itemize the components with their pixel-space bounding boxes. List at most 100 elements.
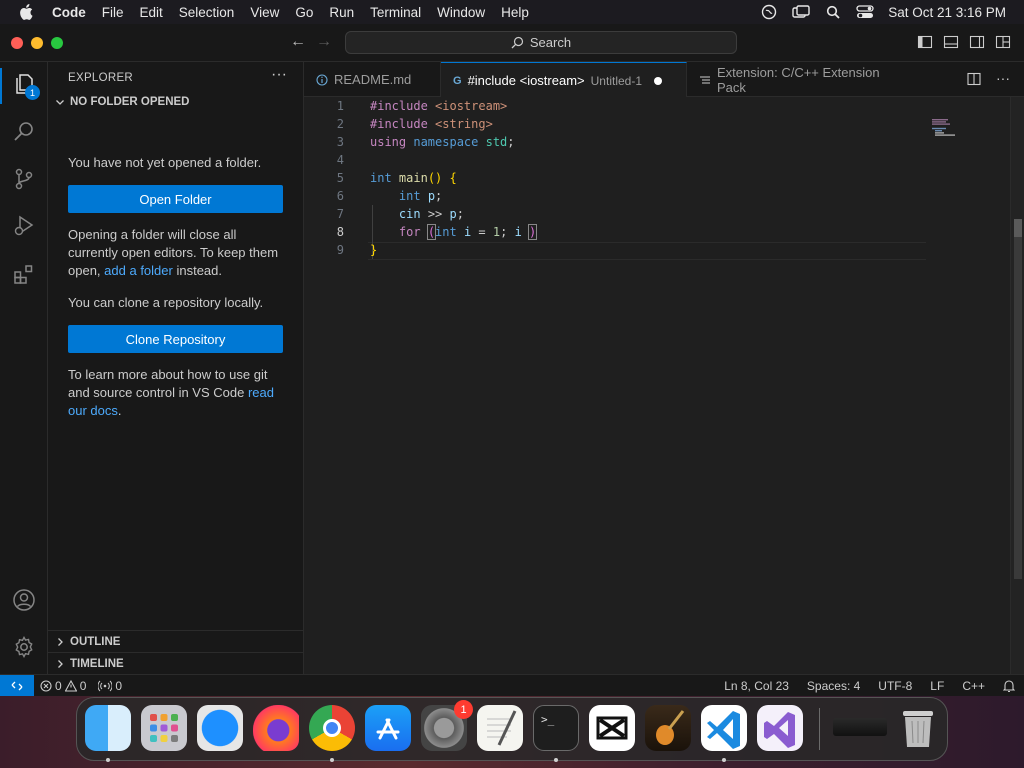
zoom-window-button[interactable] [51, 37, 63, 49]
tab-untitled-description: Untitled-1 [590, 73, 642, 88]
explorer-icon[interactable]: 1 [10, 70, 40, 100]
unsaved-dot-icon[interactable] [654, 76, 662, 85]
terminal-app-icon[interactable]: >_ [533, 705, 579, 751]
screen-time-icon[interactable] [760, 4, 778, 20]
trash-icon[interactable] [895, 705, 941, 751]
spotlight-search-icon[interactable] [824, 5, 842, 19]
code-token: cin [398, 207, 421, 221]
back-arrow-icon[interactable]: ← [290, 33, 306, 51]
code-line-5: int main() { [370, 171, 457, 185]
apple-menu-icon[interactable] [0, 4, 52, 20]
launchpad-app-icon[interactable] [141, 705, 187, 751]
toggle-panel-icon[interactable] [943, 34, 959, 50]
scrollbar-track[interactable] [1014, 237, 1022, 579]
textedit-app-icon[interactable] [477, 705, 523, 751]
code-token: std [485, 135, 508, 149]
forward-arrow-icon[interactable]: → [316, 33, 332, 51]
finder-app-icon[interactable] [85, 705, 131, 751]
garageband-app-icon[interactable] [645, 705, 691, 751]
extensions-icon[interactable] [10, 260, 38, 288]
menu-run[interactable]: Run [321, 5, 362, 20]
menu-edit[interactable]: Edit [132, 5, 171, 20]
notifications-bell-icon[interactable] [994, 679, 1024, 692]
tab-untitled-1[interactable]: G #include <iostream> Untitled-1 [441, 62, 687, 98]
tab-readme[interactable]: README.md [304, 62, 441, 97]
more-actions-icon[interactable]: ··· [271, 66, 287, 84]
menu-file[interactable]: File [94, 5, 132, 20]
code-token: ; [456, 207, 464, 221]
running-indicator [554, 758, 558, 762]
app-store-app-icon[interactable] [365, 705, 411, 751]
menu-help[interactable]: Help [493, 5, 537, 20]
menu-terminal[interactable]: Terminal [362, 5, 429, 20]
menubar-clock[interactable]: Sat Oct 21 3:16 PM [888, 5, 1006, 20]
editor-scrollbar[interactable] [1010, 97, 1024, 674]
control-center-icon[interactable] [856, 5, 874, 19]
toggle-primary-sidebar-icon[interactable] [917, 34, 933, 50]
explorer-sidebar: EXPLORER ··· NO FOLDER OPENED You have n… [48, 62, 304, 674]
remote-indicator-icon[interactable] [0, 674, 34, 697]
scrollbar-thumb[interactable] [1014, 219, 1022, 237]
menu-selection[interactable]: Selection [171, 5, 243, 20]
extension-page-icon [700, 75, 710, 84]
toggle-secondary-sidebar-icon[interactable] [969, 34, 985, 50]
no-folder-section-header[interactable]: NO FOLDER OPENED [54, 96, 189, 108]
code-token: = [471, 225, 493, 239]
cursor-position[interactable]: Ln 8, Col 23 [715, 679, 798, 693]
code-token: #include [370, 99, 436, 113]
tab-extension-cpp-pack[interactable]: Extension: C/C++ Extension Pack [687, 62, 924, 97]
chrome-app-icon[interactable] [309, 705, 355, 751]
learn-more-end: . [117, 403, 122, 418]
source-control-icon[interactable] [10, 165, 38, 193]
running-indicator [722, 758, 726, 762]
indentation[interactable]: Spaces: 4 [798, 679, 869, 693]
menu-view[interactable]: View [242, 5, 287, 20]
clone-repository-button[interactable]: Clone Repository [68, 325, 283, 353]
problems-indicator[interactable]: 0 0 [34, 679, 92, 693]
editor-tabs: README.md G #include <iostream> Untitled… [304, 62, 1024, 98]
line-number: 2 [336, 117, 344, 131]
display-mirror-icon[interactable] [792, 5, 810, 19]
safari-app-icon[interactable] [197, 705, 243, 751]
code-token: } [370, 243, 378, 257]
close-window-button[interactable] [11, 37, 23, 49]
search-view-icon[interactable] [10, 117, 38, 145]
system-settings-app-icon[interactable]: 1 [421, 700, 473, 751]
add-folder-link[interactable]: add a folder [104, 263, 173, 278]
file-encoding[interactable]: UTF-8 [869, 679, 921, 693]
accounts-icon[interactable] [10, 586, 38, 614]
timeline-section-header[interactable]: TIMELINE [48, 652, 303, 674]
menu-app-name[interactable]: Code [52, 5, 94, 20]
minimize-window-button[interactable] [31, 37, 43, 49]
broadcast-icon [98, 680, 113, 691]
split-editor-icon[interactable] [966, 71, 982, 87]
more-actions-icon[interactable]: ··· [996, 71, 1010, 87]
language-mode[interactable]: C++ [953, 679, 994, 693]
menu-go[interactable]: Go [287, 5, 321, 20]
open-folder-button[interactable]: Open Folder [68, 185, 283, 213]
code-token: #include [370, 117, 436, 131]
customize-layout-icon[interactable] [995, 34, 1011, 50]
code-token: >> [420, 207, 450, 221]
end-of-line[interactable]: LF [921, 679, 953, 693]
capcut-app-icon[interactable] [589, 705, 635, 751]
run-and-debug-icon[interactable] [10, 212, 38, 240]
line-number: 6 [336, 189, 344, 203]
line-number: 9 [336, 243, 344, 257]
command-center-label: Search [529, 35, 572, 50]
code-editor[interactable]: 1 2 3 4 5 6 7 8 9 #include <iostream> #i… [304, 97, 1024, 674]
menu-window[interactable]: Window [429, 5, 493, 20]
manage-gear-icon[interactable] [10, 633, 38, 661]
outline-section-header[interactable]: OUTLINE [48, 630, 303, 652]
macos-menubar: Code File Edit Selection View Go Run Ter… [0, 0, 1024, 24]
code-token: int [435, 225, 464, 239]
vscode-app-icon[interactable] [701, 705, 747, 751]
ports-indicator[interactable]: 0 [92, 679, 128, 693]
firefox-app-icon[interactable] [253, 705, 299, 751]
minimap[interactable] [932, 119, 958, 137]
recent-item-icon[interactable] [833, 718, 887, 736]
visual-studio-app-icon[interactable] [757, 705, 803, 751]
command-center-search[interactable]: Search [345, 31, 737, 54]
